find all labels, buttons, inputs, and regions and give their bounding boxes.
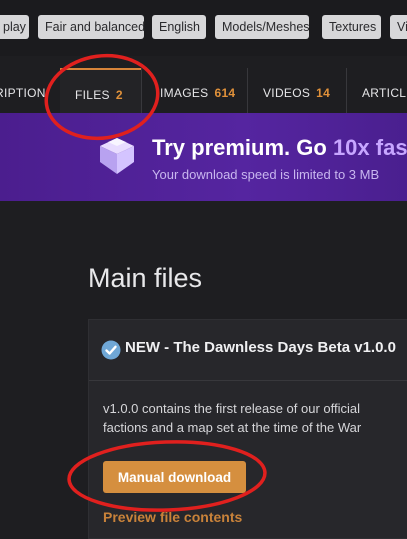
banner-subtitle: Your download speed is limited to 3 MB — [152, 167, 380, 182]
tab-label: VIDEOS — [263, 86, 311, 100]
file-card: NEW - The Dawnless Days Beta v1.0.0 v1.0… — [88, 319, 407, 539]
premium-banner[interactable]: Try premium. Go 10x fast Your download s… — [0, 113, 407, 201]
banner-title-highlight: 10x fast — [332, 135, 407, 160]
tab-count: 2 — [115, 88, 123, 102]
tab-videos[interactable]: VIDEOS 14 — [248, 68, 346, 113]
file-description-line: factions and a map set at the time of th… — [103, 420, 362, 435]
tab-label: RIPTION — [0, 86, 46, 100]
file-description: v1.0.0 contains the first release of our… — [103, 399, 407, 437]
manual-download-button[interactable]: Manual download — [103, 461, 246, 493]
mod-tabs: RIPTION FILES 2 IMAGES 614 VIDEOS 14 ARTICL… — [0, 68, 407, 113]
banner-title-text: Try premium. Go — [152, 135, 333, 160]
tab-articles[interactable]: ARTICLE — [347, 68, 407, 113]
tag-gameplay[interactable]: play — [0, 15, 29, 39]
tab-count: 614 — [214, 86, 236, 100]
check-badge-icon — [101, 340, 121, 360]
tag-overflow[interactable]: Vi — [390, 15, 407, 39]
tag-models-meshes[interactable]: Models/Meshes — [215, 15, 310, 39]
tag-fair-and-balanced[interactable]: Fair and balanced — [38, 15, 145, 39]
tag-strip: play Fair and balanced English Models/Me… — [0, 0, 407, 56]
section-title: Main files — [88, 263, 203, 293]
tab-label: ARTICLE — [362, 86, 407, 100]
banner-title: Try premium. Go 10x fast — [152, 135, 407, 161]
file-header[interactable]: NEW - The Dawnless Days Beta v1.0.0 — [89, 320, 407, 381]
preview-file-contents-link[interactable]: Preview file contents — [103, 509, 242, 525]
file-name: NEW - The Dawnless Days Beta v1.0.0 — [125, 339, 396, 356]
tab-files[interactable]: FILES 2 — [60, 68, 141, 113]
tab-label: FILES — [75, 88, 110, 102]
tab-description[interactable]: RIPTION — [0, 68, 62, 113]
tab-divider — [141, 68, 142, 113]
tab-images[interactable]: IMAGES 614 — [145, 68, 246, 113]
tab-label: IMAGES — [160, 86, 209, 100]
tag-english[interactable]: English — [152, 15, 206, 39]
tab-count: 14 — [316, 86, 331, 100]
file-description-line: v1.0.0 contains the first release of our… — [103, 401, 361, 416]
tag-textures[interactable]: Textures — [322, 15, 381, 39]
diamond-gem-icon — [100, 138, 134, 174]
